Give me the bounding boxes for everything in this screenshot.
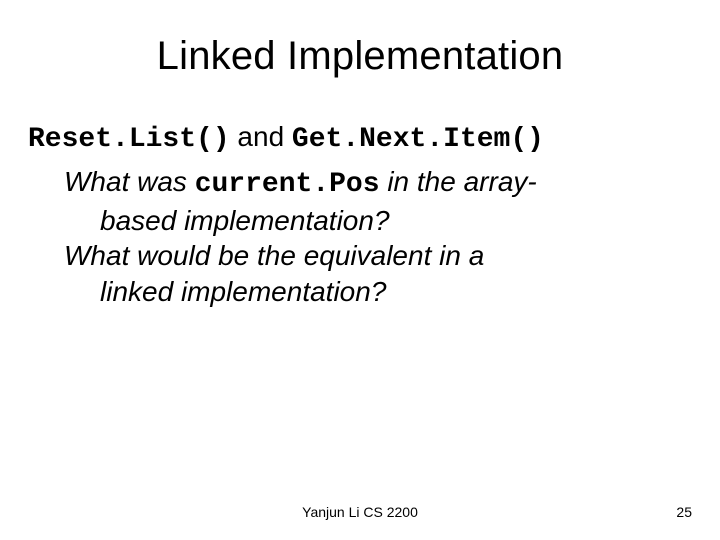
q1-pre: What was	[64, 166, 195, 197]
q2-line1: What would be the equivalent in a	[64, 238, 692, 274]
question-1: What was current.Pos in the array- based…	[28, 164, 692, 239]
slide-title: Linked Implementation	[28, 34, 692, 79]
code-getnextitem: Get.Next.Item()	[292, 124, 544, 155]
q1-line1: What was current.Pos in the array-	[64, 164, 692, 203]
q1-post: in the array-	[380, 166, 537, 197]
slide: Linked Implementation Reset.List() and G…	[0, 0, 720, 540]
code-currentpos: current.Pos	[195, 169, 380, 200]
functions-line: Reset.List() and Get.Next.Item()	[28, 119, 692, 158]
slide-footer: Yanjun Li CS 2200 25	[0, 504, 720, 520]
footer-author: Yanjun Li CS 2200	[0, 504, 720, 520]
code-resetlist: Reset.List()	[28, 124, 230, 155]
text-and: and	[230, 121, 292, 152]
page-number: 25	[676, 504, 692, 520]
question-2: What would be the equivalent in a linked…	[28, 238, 692, 310]
slide-body: Reset.List() and Get.Next.Item() What wa…	[28, 119, 692, 310]
q1-line2: based implementation?	[100, 203, 692, 239]
q2-line2: linked implementation?	[100, 274, 692, 310]
